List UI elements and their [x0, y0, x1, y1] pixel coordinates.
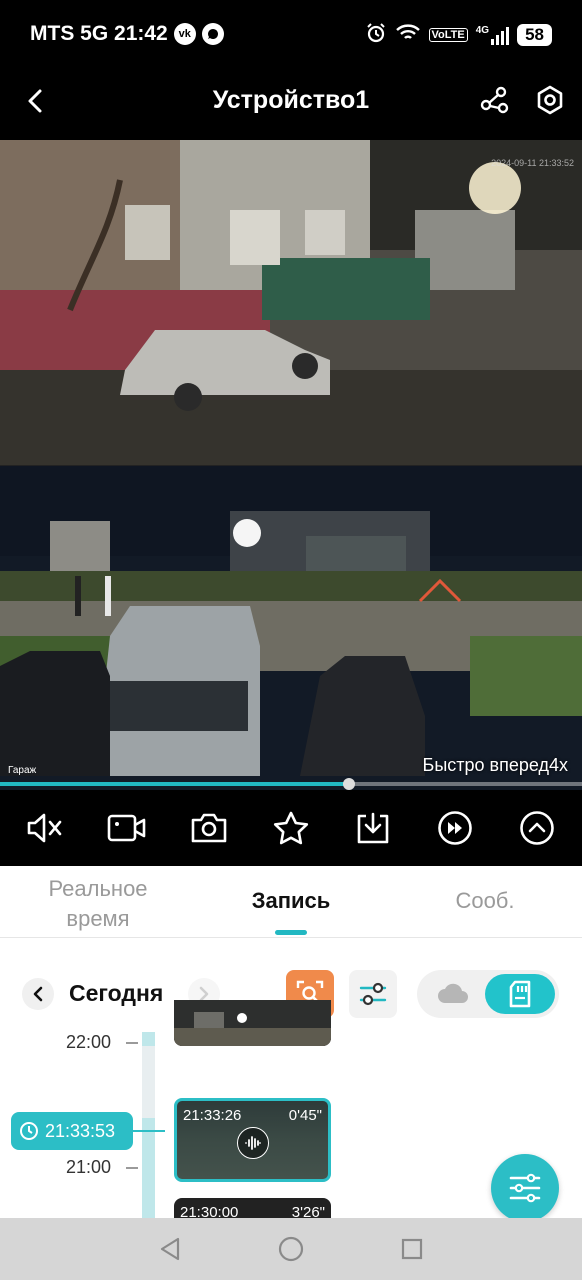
nav-recents-button[interactable] [397, 1234, 427, 1264]
app-screen: MTS 5G 21:42 vk VoLTE 4G 58 Устройство1 … [0, 0, 582, 1280]
settings-hexagon-icon [537, 85, 563, 115]
time-tick [126, 1042, 138, 1044]
expand-up-button[interactable] [515, 806, 559, 850]
system-nav-bar [0, 1218, 582, 1280]
audio-wave-icon [237, 1127, 269, 1159]
battery-indicator: 58 [517, 23, 552, 46]
playback-panel: Реальное время Запись Сооб. Сегодня 22:0… [0, 866, 582, 1218]
favorite-icon [273, 811, 309, 845]
volte-badge: VoLTE [428, 27, 468, 42]
nav-recents-square-icon [401, 1238, 422, 1260]
status-left: MTS 5G 21:42 vk [30, 22, 224, 46]
filter-button[interactable] [349, 970, 397, 1018]
fast-forward-icon [438, 811, 472, 845]
date-label[interactable]: Сегодня [69, 980, 163, 1007]
nav-home-circle-icon [278, 1236, 304, 1262]
time-label-2100: 21:00 [66, 1157, 112, 1177]
current-time-value: 21:33:53 [45, 1120, 116, 1141]
nav-home-button[interactable] [276, 1234, 306, 1264]
current-time-line [133, 1130, 165, 1132]
sd-card-storage-option[interactable] [485, 974, 555, 1014]
clip-start-time: 21:30:00 [180, 1204, 239, 1218]
cloud-icon [438, 983, 468, 1003]
clip-thumbnail [174, 1000, 331, 1046]
current-time-indicator: 21:33:53 [11, 1112, 133, 1150]
record-video-icon [107, 814, 146, 842]
nav-back-button[interactable] [155, 1234, 185, 1264]
settings-button[interactable] [534, 84, 566, 116]
download-button[interactable] [351, 806, 395, 850]
video-player[interactable]: 2024-09-11 21:33:52 Гараж Быстро вперед4… [0, 140, 582, 790]
status-bar: MTS 5G 21:42 vk VoLTE 4G 58 [0, 0, 582, 70]
time-tick [126, 1167, 138, 1169]
download-icon [357, 812, 389, 844]
recording-clip[interactable] [174, 1000, 331, 1046]
player-controls [0, 790, 582, 866]
tab-realtime[interactable]: Реальное время [36, 874, 160, 934]
record-video-button[interactable] [105, 806, 149, 850]
list-settings-icon [509, 1173, 541, 1203]
tab-events[interactable]: Сооб. [430, 886, 540, 916]
storage-source-toggle[interactable] [417, 970, 559, 1018]
camera-name: Гараж [8, 765, 37, 776]
message-icon [201, 23, 224, 45]
tab-record[interactable]: Запись [230, 886, 352, 916]
fast-forward-button[interactable] [433, 806, 477, 850]
clock-icon [20, 1122, 38, 1140]
timeline-scale[interactable] [142, 1032, 155, 1218]
progress-fill [0, 782, 350, 786]
top-app-bar: Устройство1 [0, 70, 582, 140]
share-button[interactable] [478, 84, 510, 116]
camera-view-yard: 2024-09-11 21:33:52 [0, 140, 582, 466]
signal-icon: 4G [475, 24, 510, 45]
nav-back-triangle-icon [161, 1237, 180, 1261]
camera-scene-1 [0, 140, 582, 466]
snapshot-icon [191, 813, 227, 843]
menu-fab-button[interactable] [491, 1154, 559, 1218]
filter-sliders-icon [359, 982, 387, 1006]
clip-duration: 3'26" [291, 1204, 325, 1218]
mute-icon [27, 813, 62, 843]
previous-day-button[interactable] [22, 978, 54, 1010]
share-icon [480, 86, 509, 114]
recorded-segment [142, 1032, 155, 1046]
recorded-segment [142, 1118, 155, 1218]
network-type: 4G [475, 24, 490, 36]
expand-up-icon [520, 811, 554, 845]
vk-icon: vk [173, 23, 196, 45]
recording-clip[interactable]: 21:30:00 3'26" [174, 1198, 331, 1218]
time-label-2200: 22:00 [66, 1032, 112, 1052]
alarm-icon [365, 22, 387, 47]
favorite-button[interactable] [269, 806, 313, 850]
tab-bar: Реальное время Запись Сооб. [0, 866, 582, 938]
status-right: VoLTE 4G 58 [365, 22, 552, 47]
mute-button[interactable] [23, 806, 67, 850]
carrier-time: MTS 5G 21:42 [30, 22, 168, 45]
sd-card-icon [509, 980, 531, 1008]
camera-scene-2 [0, 466, 582, 790]
snapshot-button[interactable] [187, 806, 231, 850]
playback-progress[interactable] [0, 778, 582, 790]
clip-start-time: 21:33:26 [183, 1107, 242, 1124]
playback-speed-label: Быстро вперед4x [422, 755, 568, 775]
clip-duration: 0'45" [288, 1107, 322, 1124]
recording-clip-selected[interactable]: 21:33:26 0'45" [174, 1098, 331, 1182]
camera-view-garage: Гараж Быстро вперед4x [0, 466, 582, 790]
chevron-left-icon [33, 986, 43, 1002]
osd-timestamp: 2024-09-11 21:33:52 [491, 158, 574, 168]
cloud-storage-option[interactable] [433, 978, 473, 1010]
active-tab-indicator [275, 930, 307, 935]
wifi-icon [395, 23, 421, 46]
